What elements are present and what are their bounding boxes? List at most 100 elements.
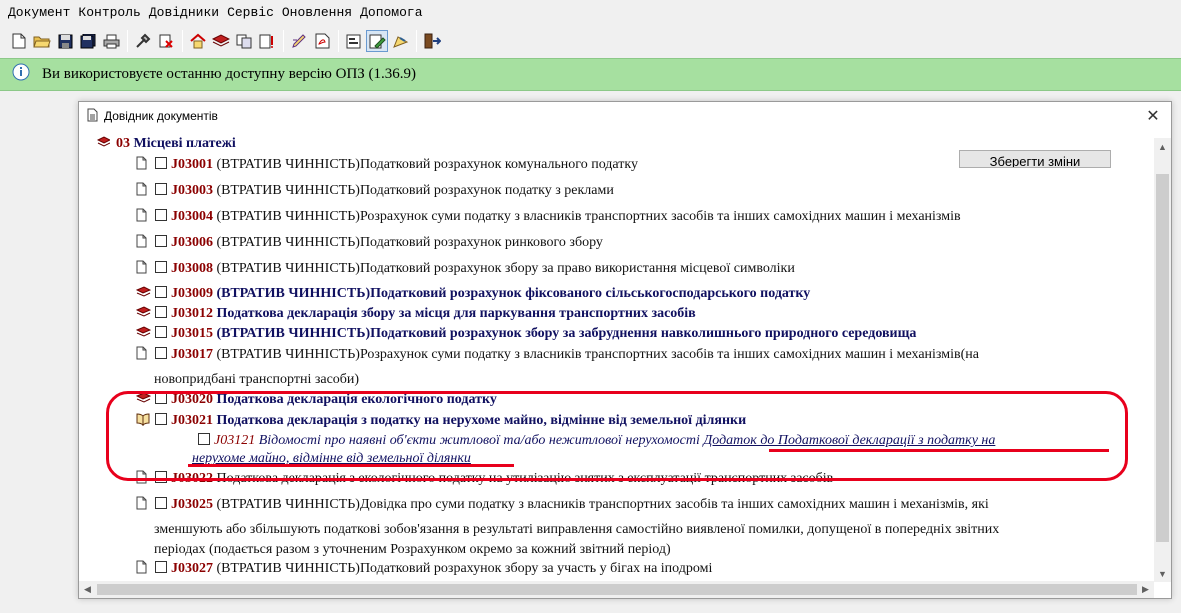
item-checkbox[interactable] <box>155 326 167 338</box>
tree-item-J03009[interactable]: J03009 (ВТРАТИВ ЧИННІСТЬ)Податковий розр… <box>135 286 811 302</box>
save-icon[interactable] <box>54 30 76 52</box>
menu-control[interactable]: Контроль <box>74 5 144 20</box>
item-name: Податковий розрахунок збору за право вик… <box>359 261 795 276</box>
item-name: Податковий розрахунок фіксованого сільсь… <box>370 286 811 301</box>
item-status: (ВТРАТИВ ЧИННІСТЬ) <box>216 261 360 276</box>
tree-item-J03012[interactable]: J03012 Податкова декларація збору за міс… <box>135 306 696 322</box>
tree-item-continuation: новопридбані транспортні засоби) <box>154 372 360 387</box>
item-checkbox[interactable] <box>155 261 167 273</box>
tree-item-J03004[interactable]: J03004 (ВТРАТИВ ЧИННІСТЬ)Розрахунок суми… <box>136 208 961 225</box>
book-icon <box>135 286 152 301</box>
item-name: Податковий розрахунок комунального подат… <box>359 157 638 172</box>
tree-item-J03015[interactable]: J03015 (ВТРАТИВ ЧИННІСТЬ)Податковий розр… <box>135 326 916 342</box>
tree-item-J03025[interactable]: J03025 (ВТРАТИВ ЧИННІСТЬ)Довідка про сум… <box>136 496 989 513</box>
item-checkbox[interactable] <box>155 209 167 221</box>
menu-bar: Документ Контроль Довідники Сервіс Оновл… <box>0 0 1181 24</box>
item-checkbox[interactable] <box>155 157 167 169</box>
doc-icon <box>136 496 149 511</box>
doc-icon <box>136 260 149 275</box>
sign-icon[interactable] <box>256 30 278 52</box>
item-status: (ВТРАТИВ ЧИННІСТЬ) <box>216 286 371 301</box>
save-changes-button[interactable]: Зберегти зміни <box>959 150 1111 168</box>
exit-icon[interactable] <box>421 30 443 52</box>
vertical-scrollbar[interactable]: ▲ ▼ <box>1154 138 1171 582</box>
scroll-down-icon[interactable]: ▼ <box>1154 565 1171 582</box>
tree-item-J03003[interactable]: J03003 (ВТРАТИВ ЧИННІСТЬ)Податковий розр… <box>136 182 614 199</box>
horizontal-scrollbar[interactable]: ◀ ▶ <box>79 581 1154 598</box>
item-name: Податкова декларація збору за місця для … <box>216 306 696 321</box>
doc-icon <box>136 182 149 197</box>
tools-icon[interactable] <box>132 30 154 52</box>
save-all-icon[interactable] <box>77 30 99 52</box>
highlight-icon[interactable] <box>389 30 411 52</box>
item-code: J03003 <box>171 183 213 198</box>
item-name: Розрахунок суми податку з власників тран… <box>359 209 961 224</box>
item-code: J03012 <box>171 306 213 321</box>
item-checkbox[interactable] <box>155 306 167 318</box>
doc-icon <box>136 560 149 575</box>
tree-item-J03001[interactable]: J03001 (ВТРАТИВ ЧИННІСТЬ)Податковий розр… <box>136 156 638 173</box>
doc-icon <box>136 234 149 249</box>
toolbar-separator <box>127 30 128 52</box>
tree-group-03[interactable]: 03 Місцеві платежі <box>96 136 236 152</box>
item-name: Розрахунок суми податку з власників тран… <box>359 347 979 362</box>
menu-directories[interactable]: Довідники <box>145 5 223 20</box>
info-icon <box>12 63 30 86</box>
tree-item-J03008[interactable]: J03008 (ВТРАТИВ ЧИННІСТЬ)Податковий розр… <box>136 260 795 277</box>
item-checkbox[interactable] <box>155 347 167 359</box>
scroll-left-icon[interactable]: ◀ <box>79 581 96 598</box>
book-icon <box>96 136 112 151</box>
tree-item-continuation: зменшують або збільшують податкові зобов… <box>154 522 1000 537</box>
tree-item-J03027[interactable]: J03027 (ВТРАТИВ ЧИННІСТЬ)Податковий розр… <box>136 560 712 577</box>
item-name: Довідка про суми податку з власників тра… <box>359 497 989 512</box>
item-checkbox[interactable] <box>155 183 167 195</box>
print-icon[interactable] <box>100 30 122 52</box>
item-code: J03025 <box>171 497 213 512</box>
item-checkbox[interactable] <box>155 497 167 509</box>
tree-item-J03017[interactable]: J03017 (ВТРАТИВ ЧИННІСТЬ)Розрахунок суми… <box>136 346 979 363</box>
menu-help[interactable]: Допомога <box>356 5 426 20</box>
item-status: (ВТРАТИВ ЧИННІСТЬ) <box>216 183 360 198</box>
doc-icon <box>136 156 149 171</box>
settings-icon[interactable] <box>343 30 365 52</box>
edit-icon[interactable] <box>288 30 310 52</box>
toolbar-separator <box>283 30 284 52</box>
delete-icon[interactable] <box>155 30 177 52</box>
item-code: J03015 <box>171 326 213 341</box>
hscroll-thumb[interactable] <box>97 584 1137 595</box>
item-status: (ВТРАТИВ ЧИННІСТЬ) <box>216 347 360 362</box>
menu-document[interactable]: Документ <box>4 5 74 20</box>
scroll-right-icon[interactable]: ▶ <box>1137 581 1154 598</box>
copy-icon[interactable] <box>233 30 255 52</box>
scroll-thumb[interactable] <box>1156 174 1169 542</box>
menu-service[interactable]: Сервіс <box>223 5 278 20</box>
books-icon[interactable] <box>210 30 232 52</box>
dialog-titlebar: Довідник документів <box>79 102 1171 130</box>
close-icon[interactable]: ✕ <box>1143 106 1163 126</box>
book-icon <box>135 326 152 341</box>
doc-icon <box>136 346 149 361</box>
item-code: J03017 <box>171 347 213 362</box>
item-code: J03006 <box>171 235 213 250</box>
dialog-title: Довідник документів <box>104 109 218 123</box>
item-checkbox[interactable] <box>155 235 167 247</box>
open-folder-icon[interactable] <box>31 30 53 52</box>
item-checkbox[interactable] <box>155 286 167 298</box>
group-code: 03 <box>116 136 130 151</box>
new-doc-icon[interactable] <box>8 30 30 52</box>
home-icon[interactable] <box>187 30 209 52</box>
banner-text: Ви використовуєте останню доступну версі… <box>42 66 417 82</box>
documents-directory-dialog: Довідник документів ✕ Зберегти зміни 03 … <box>78 101 1172 599</box>
menu-updates[interactable]: Оновлення <box>278 5 356 20</box>
item-name: Податковий розрахунок ринкового збору <box>359 235 603 250</box>
item-checkbox[interactable] <box>155 561 167 573</box>
item-status: (ВТРАТИВ ЧИННІСТЬ) <box>216 326 371 341</box>
scroll-up-icon[interactable]: ▲ <box>1154 138 1171 155</box>
tree-item-J03006[interactable]: J03006 (ВТРАТИВ ЧИННІСТЬ)Податковий розр… <box>136 234 603 251</box>
underline-annotation <box>188 464 514 467</box>
doc-edit-icon[interactable] <box>366 30 388 52</box>
document-icon <box>87 108 98 125</box>
pdf-icon[interactable] <box>311 30 333 52</box>
item-status: (ВТРАТИВ ЧИННІСТЬ) <box>216 561 360 576</box>
toolbar-separator <box>416 30 417 52</box>
